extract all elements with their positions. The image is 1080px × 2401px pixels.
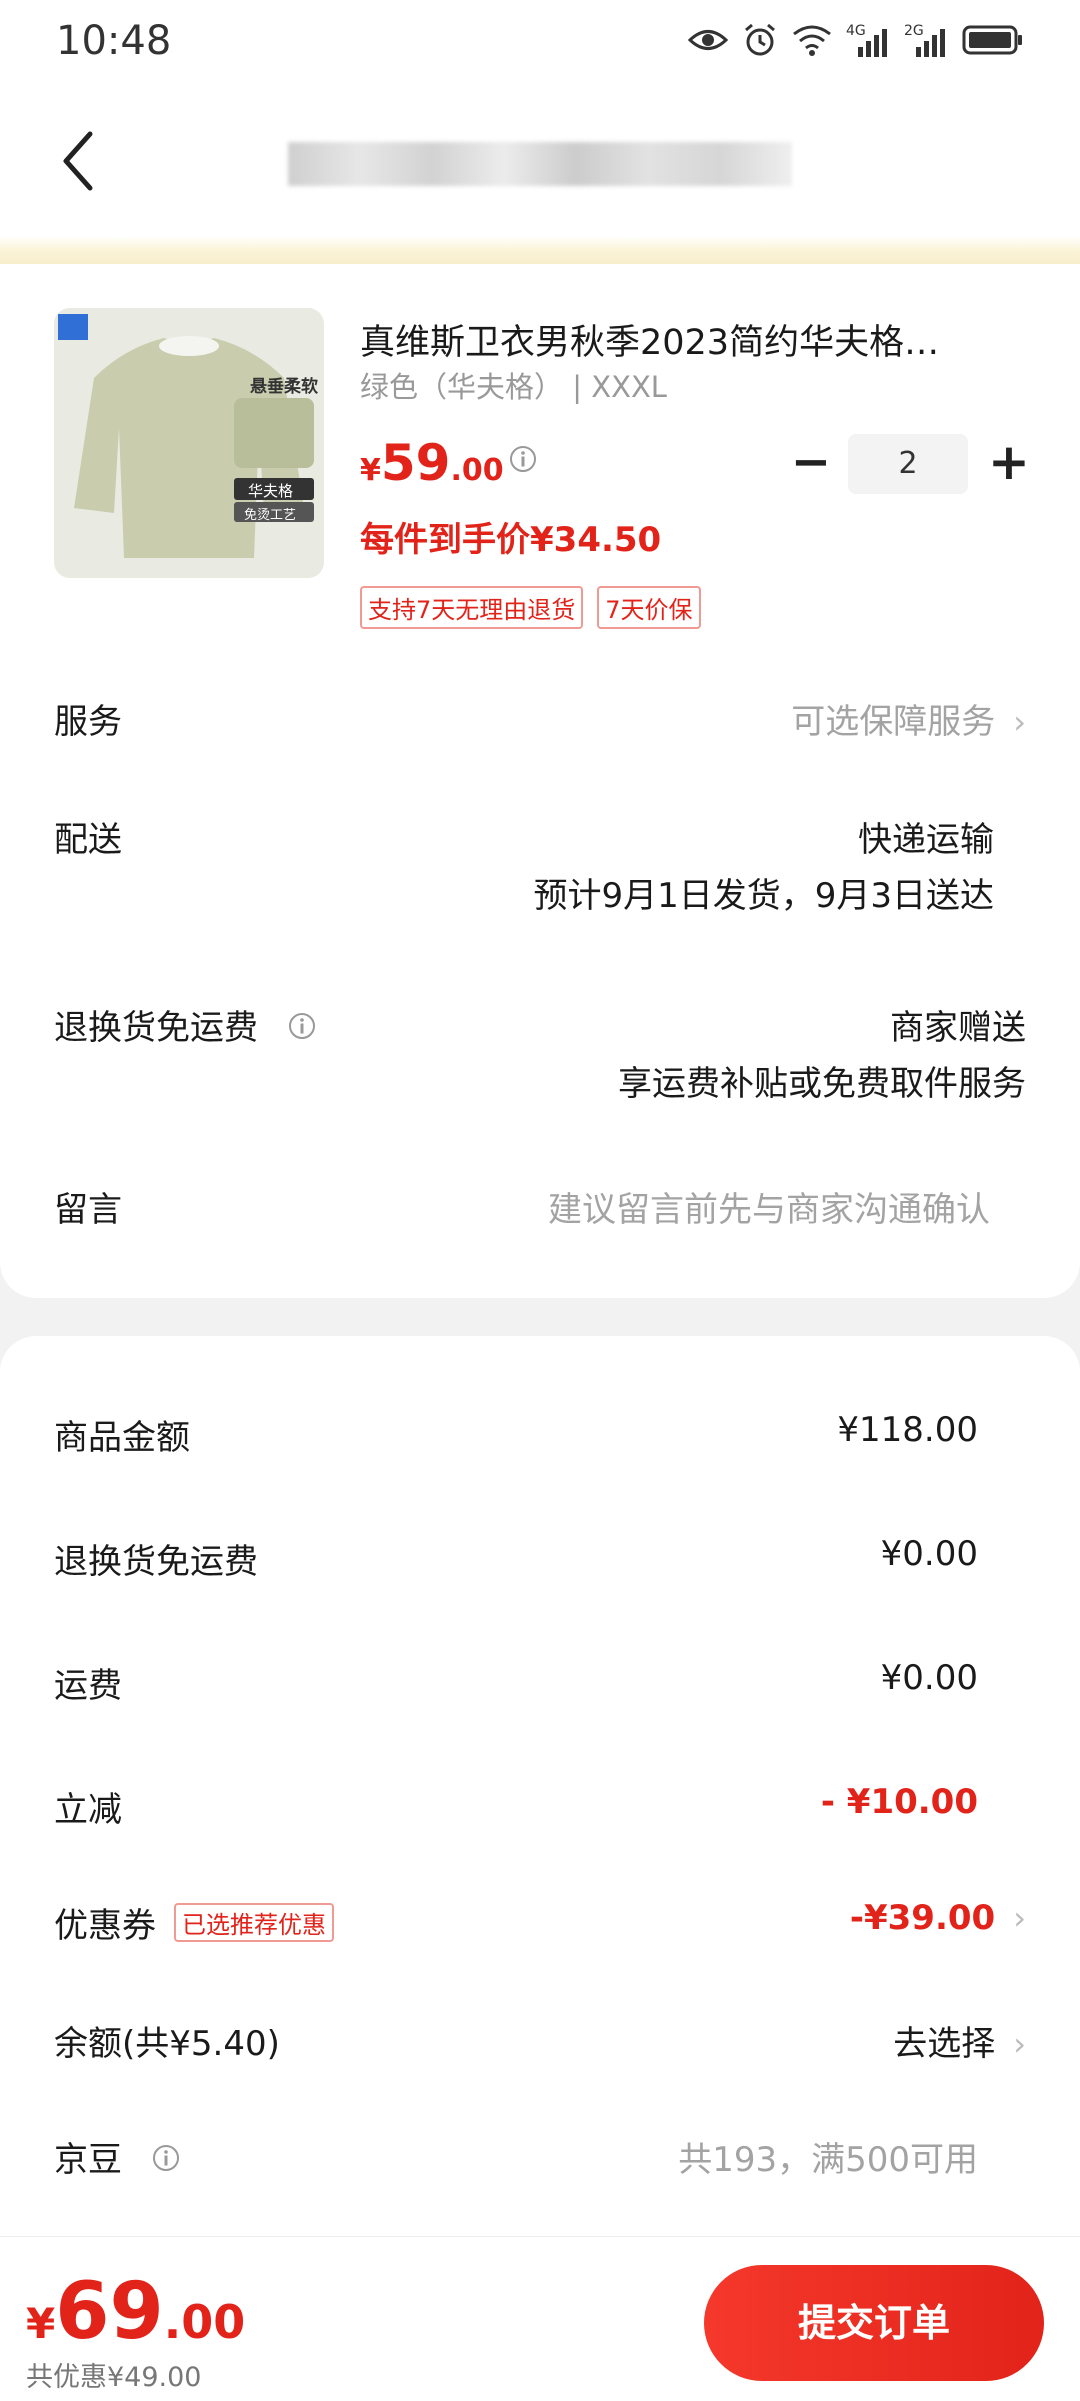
product-variant[interactable]: 绿色（华夫格） | XXXL [360, 364, 667, 406]
coupon-value-wrap: -¥39.00 › [850, 1898, 1026, 1938]
return-shipping-label-wrap: 退换货免运费 [54, 1000, 317, 1049]
battery-icon [962, 25, 1022, 55]
balance-value-wrap: 去选择 › [893, 2016, 1026, 2065]
product-price: ¥59.00 [360, 434, 504, 492]
total-decimal: .00 [163, 2295, 246, 2349]
return-fee-label: 退换货免运费 [54, 1542, 258, 1582]
jd-beans-label-wrap: 京豆 [54, 2132, 181, 2181]
thumb-label-waffle: 华夫格 [248, 482, 294, 500]
order-detail-card: 悬垂柔软 华夫格 免烫工艺 真维斯卫衣男秋季2023简约华夫格… 绿色（华夫格）… [0, 264, 1080, 1298]
submit-order-button[interactable]: 提交订单 [704, 2265, 1044, 2381]
service-value: 可选保障服务 [791, 702, 996, 742]
page-title-blurred [288, 142, 792, 186]
thumb-label-drape: 悬垂柔软 [250, 377, 318, 397]
goods-amount-label: 商品金额 [54, 1418, 190, 1458]
price-decimal: .00 [450, 453, 504, 488]
discount-value: - ¥10.00 [820, 1782, 978, 1822]
delivery-label: 配送 [54, 820, 122, 860]
tag-price-protect: 7天价保 [597, 586, 701, 629]
price-integer: 59 [380, 434, 451, 492]
signal-2g-icon: 2G [904, 23, 948, 57]
sweater-image [54, 308, 324, 578]
status-bar: 10:48 4G 2G [0, 0, 1080, 86]
total-symbol: ¥ [26, 2299, 56, 2348]
increase-button[interactable]: + [982, 434, 1036, 494]
product-thumbnail[interactable]: 悬垂柔软 华夫格 免烫工艺 [54, 308, 324, 578]
balance-label: 余额(共¥5.40) [54, 2024, 280, 2064]
total-integer: 69 [55, 2267, 164, 2357]
message-label: 留言 [54, 1190, 122, 1230]
signal-4g-icon: 4G [846, 23, 890, 57]
coupon-label-wrap: 优惠券 已选推荐优惠 [54, 1898, 334, 1947]
chevron-right-icon: › [1013, 1899, 1026, 1937]
product-tags: 支持7天无理由退货 7天价保 [360, 586, 701, 629]
total-saved: 共优惠¥49.00 [26, 2362, 202, 2393]
price-summary-card: 商品金额 ¥118.00 退换货免运费 ¥0.00 运费 ¥0.00 立减 - … [0, 1336, 1080, 2236]
return-fee-value: ¥0.00 [880, 1534, 978, 1574]
jd-beans-label: 京豆 [54, 2140, 122, 2180]
delivery-detail: 预计9月1日发货，9月3日送达 [533, 876, 994, 916]
tag-return: 支持7天无理由退货 [360, 586, 584, 629]
discount-label: 立减 [54, 1790, 122, 1830]
product-title[interactable]: 真维斯卫衣男秋季2023简约华夫格… [360, 314, 1000, 365]
unit-price: 每件到手价¥34.50 [360, 520, 662, 560]
delivery-value: 快递运输 [858, 820, 994, 860]
info-icon[interactable] [151, 2143, 181, 2173]
total-price: ¥69.00 [26, 2267, 245, 2357]
return-shipping-detail: 享运费补贴或免费取件服务 [618, 1064, 1026, 1104]
return-shipping-value: 商家赠送 [890, 1008, 1026, 1048]
status-time: 10:48 [56, 18, 172, 64]
message-input[interactable]: 建议留言前先与商家沟通确认 [548, 1182, 990, 1231]
coupon-value: -¥39.00 [849, 1898, 996, 1938]
coupon-badge: 已选推荐优惠 [174, 1903, 334, 1942]
service-label: 服务 [54, 702, 122, 742]
chevron-right-icon: › [1013, 703, 1026, 741]
wifi-icon [793, 25, 831, 56]
alarm-icon [745, 23, 775, 56]
nav-bar [0, 86, 1080, 236]
back-arrow-icon[interactable] [54, 126, 114, 196]
jd-beans-value: 共193，满500可用 [678, 2140, 978, 2180]
goods-amount-value: ¥118.00 [837, 1410, 978, 1450]
quantity-stepper: − 2 + [786, 434, 1036, 494]
balance-value: 去选择 [893, 2024, 996, 2064]
service-value-wrap: 可选保障服务 › [791, 694, 1026, 743]
shipping-value: ¥0.00 [880, 1658, 978, 1698]
info-icon[interactable] [287, 1011, 317, 1041]
return-shipping-label: 退换货免运费 [54, 1008, 258, 1048]
bottom-checkout-bar: ¥69.00 共优惠¥49.00 提交订单 [0, 2236, 1080, 2401]
status-icons: 4G 2G [688, 22, 1024, 58]
quantity-field[interactable]: 2 [848, 434, 968, 494]
shipping-label: 运费 [54, 1666, 122, 1706]
price-symbol: ¥ [360, 453, 381, 488]
header-gradient-band [0, 236, 1080, 264]
chevron-right-icon: › [1013, 2025, 1026, 2063]
coupon-label: 优惠券 [54, 1906, 156, 1946]
thumb-label-craft: 免烫工艺 [244, 508, 297, 523]
price-info-icon[interactable] [508, 444, 538, 474]
eye-icon [688, 30, 728, 50]
decrease-button[interactable]: − [786, 434, 836, 494]
